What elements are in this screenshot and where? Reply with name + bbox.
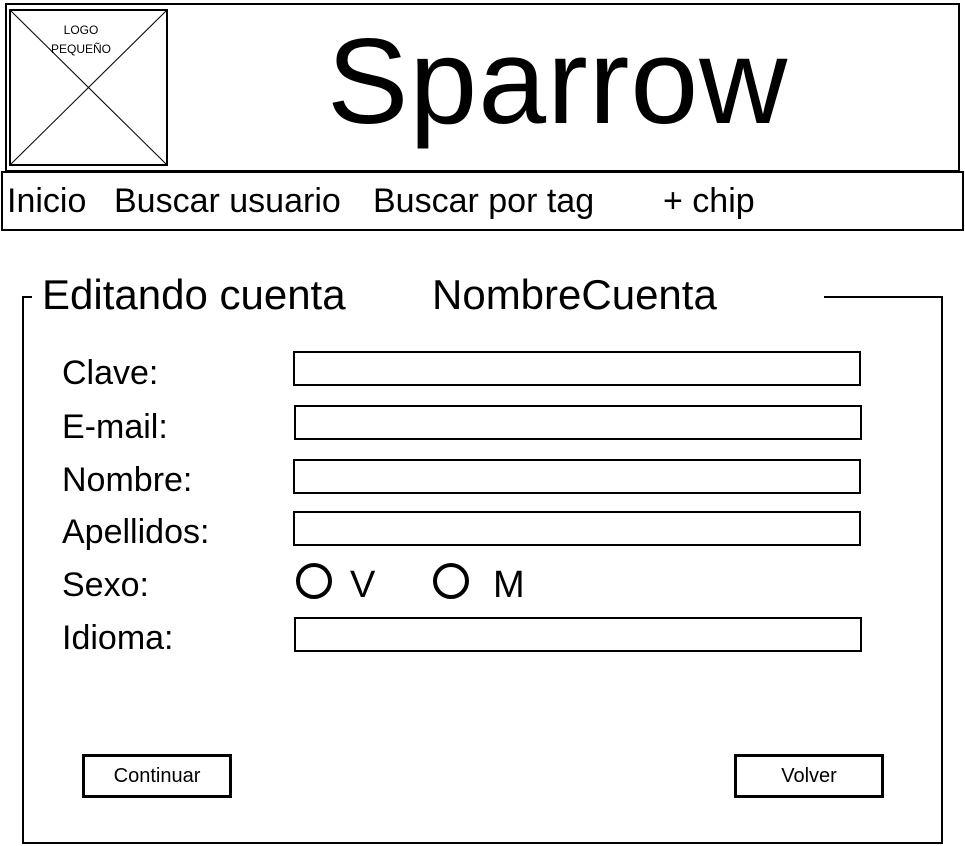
sexo-option-v-label: V bbox=[350, 564, 376, 606]
clave-label: Clave: bbox=[62, 354, 159, 392]
account-name: NombreCuenta bbox=[432, 271, 717, 318]
apellidos-label: Apellidos: bbox=[62, 513, 210, 551]
continuar-button[interactable]: Continuar bbox=[82, 754, 232, 798]
email-input[interactable] bbox=[294, 405, 862, 440]
sexo-radio-v[interactable] bbox=[296, 563, 332, 599]
idioma-label: Idioma: bbox=[62, 619, 174, 657]
nav-item-inicio[interactable]: Inicio bbox=[7, 181, 86, 221]
nombre-input[interactable] bbox=[293, 459, 861, 494]
nav-bar: Inicio Buscar usuario Buscar por tag + c… bbox=[1, 171, 964, 231]
app-title: Sparrow bbox=[327, 13, 789, 149]
sexo-label: Sexo: bbox=[62, 566, 149, 604]
nombre-label: Nombre: bbox=[62, 461, 193, 499]
apellidos-input[interactable] bbox=[293, 511, 861, 546]
nav-item-buscar-por-tag[interactable]: Buscar por tag bbox=[373, 181, 594, 221]
clave-input[interactable] bbox=[293, 351, 861, 386]
nav-item-buscar-usuario[interactable]: Buscar usuario bbox=[114, 181, 341, 221]
volver-button[interactable]: Volver bbox=[734, 754, 884, 798]
panel-title: Editando cuenta bbox=[42, 271, 346, 318]
email-label: E-mail: bbox=[62, 408, 168, 446]
logo-text-line-2: PEQUEÑO bbox=[50, 42, 111, 56]
sexo-option-m-label: M bbox=[493, 564, 525, 606]
idioma-input[interactable] bbox=[294, 617, 862, 652]
logo-text: LOGO PEQUEÑO bbox=[11, 21, 151, 59]
nav-item-chip[interactable]: + chip bbox=[663, 181, 755, 221]
sexo-radio-m[interactable] bbox=[433, 563, 469, 599]
logo-placeholder: LOGO PEQUEÑO bbox=[9, 9, 168, 166]
logo-text-line-1: LOGO bbox=[63, 23, 99, 37]
